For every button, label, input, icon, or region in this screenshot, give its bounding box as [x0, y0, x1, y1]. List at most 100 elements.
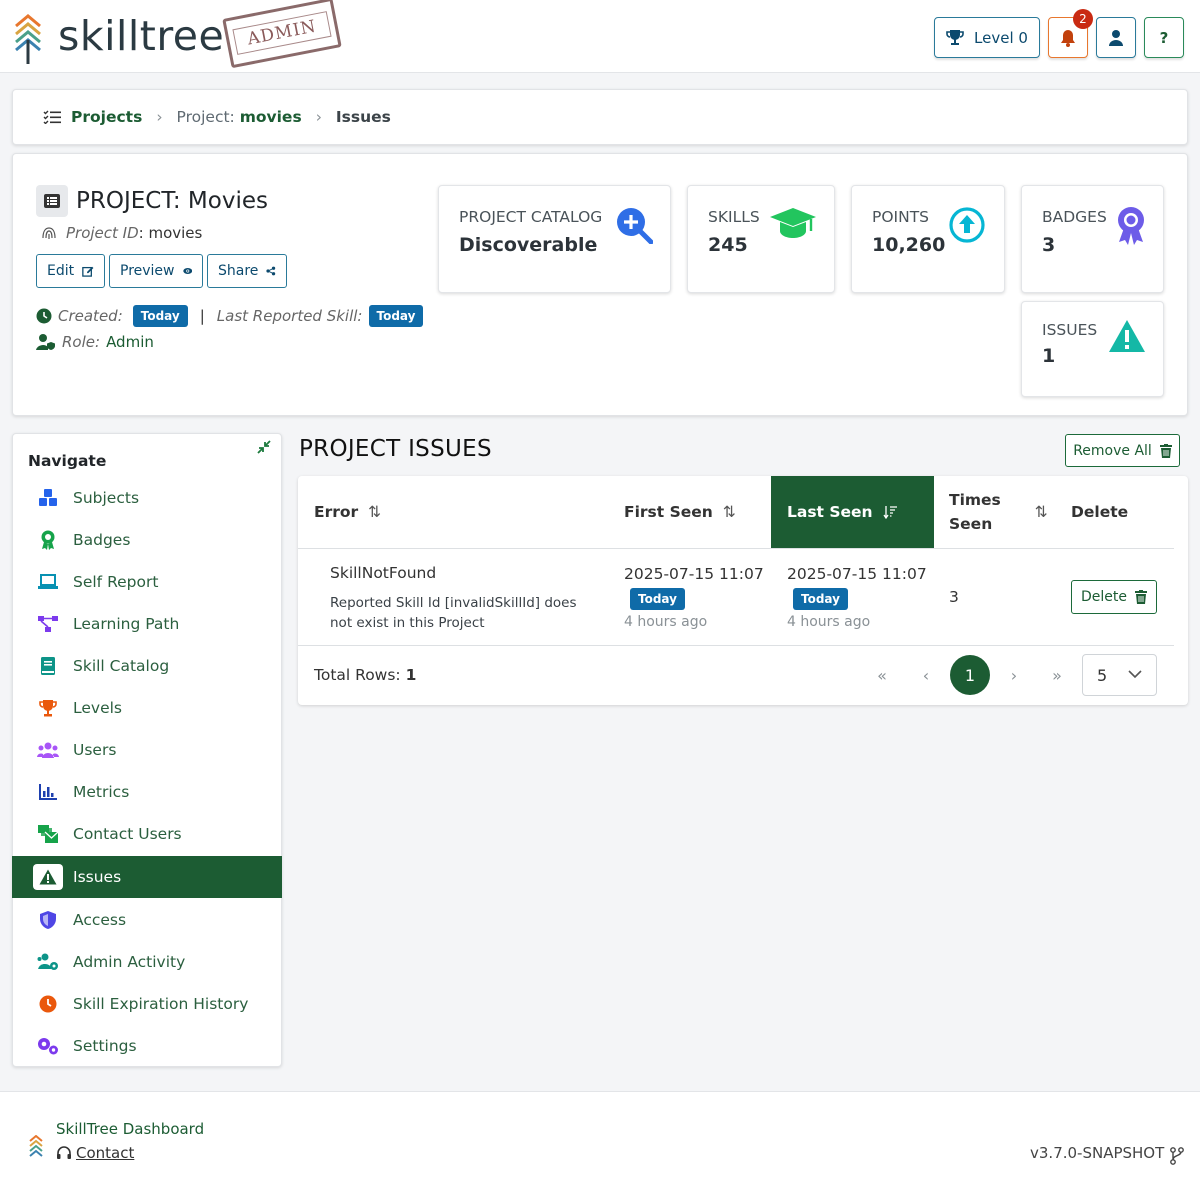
stat-badges: BADGES 3	[1021, 185, 1164, 293]
mail-bulk-icon	[37, 823, 59, 845]
stat-project-catalog: PROJECT CATALOG Discoverable	[438, 185, 671, 293]
eye-icon	[182, 268, 192, 274]
warning-icon	[1109, 320, 1145, 352]
level-label: Level 0	[974, 28, 1028, 47]
meta-separator: |	[199, 307, 205, 325]
sidebar-item-metrics[interactable]: Metrics	[12, 771, 282, 813]
sidebar-item-self-report[interactable]: Self Report	[12, 561, 282, 603]
issues-title: PROJECT ISSUES	[299, 436, 492, 462]
first-page-button[interactable]: «	[863, 655, 901, 695]
sidebar-item-learning-path[interactable]: Learning Path	[12, 603, 282, 645]
laptop-icon	[37, 571, 59, 593]
sidebar-item-skill-expiration-history[interactable]: Skill Expiration History	[12, 983, 282, 1025]
users-icon	[37, 739, 59, 761]
breadcrumb: Projects › Project: movies › Issues	[12, 89, 1188, 145]
times-seen-value: 3	[949, 588, 959, 606]
stat-value: 245	[708, 234, 748, 256]
bell-icon	[1061, 29, 1075, 47]
prev-page-button[interactable]: ‹	[907, 655, 945, 695]
sidebar-item-subjects[interactable]: Subjects	[12, 477, 282, 519]
sidebar-item-skill-catalog[interactable]: Skill Catalog	[12, 645, 282, 687]
sidebar-item-users[interactable]: Users	[12, 729, 282, 771]
code-branch-icon	[1170, 1147, 1184, 1165]
skilltree-logo-icon	[29, 1135, 43, 1157]
sidebar-item-levels[interactable]: Levels	[12, 687, 282, 729]
help-button[interactable]: ?	[1144, 17, 1184, 58]
edit-icon	[82, 266, 94, 277]
sort-icon: ⇅	[1034, 503, 1048, 521]
stat-label: BADGES	[1042, 208, 1107, 226]
sidebar-item-access[interactable]: Access	[12, 899, 282, 941]
sidebar-item-label: Skill Catalog	[73, 657, 170, 675]
graduation-cap-icon	[770, 208, 816, 238]
role-label: Role:	[62, 333, 101, 351]
last-page-button[interactable]: »	[1038, 655, 1076, 695]
sidebar-item-label: Skill Expiration History	[73, 995, 249, 1013]
trophy-icon	[946, 30, 964, 45]
list-check-icon	[43, 110, 61, 124]
issues-table: Error ⇅ First Seen ⇅ Last Seen Times Seen…	[298, 476, 1188, 705]
column-header-first-seen[interactable]: First Seen ⇅	[624, 476, 764, 548]
sidebar-item-label: Levels	[73, 699, 122, 717]
role-value: Admin	[106, 333, 154, 351]
chart-icon	[37, 781, 59, 803]
remove-all-button[interactable]: Remove All	[1065, 434, 1180, 467]
share-project-button[interactable]: Share	[207, 254, 287, 288]
top-bar: skilltree ADMIN Level 0 2 ?	[0, 0, 1200, 73]
breadcrumb-project-link[interactable]: Project: movies	[177, 108, 302, 126]
delete-issue-button[interactable]: Delete	[1071, 580, 1157, 614]
sidebar-item-label: Subjects	[73, 489, 140, 507]
app-logo-text: skilltree	[58, 12, 225, 60]
sidebar-item-label: Self Report	[73, 573, 159, 591]
preview-project-button[interactable]: Preview	[109, 254, 203, 288]
edit-project-button[interactable]: Edit	[36, 254, 105, 288]
award-icon	[1118, 207, 1144, 245]
last-seen-ago: 4 hours ago	[787, 614, 871, 630]
stat-issues: ISSUES 1	[1021, 301, 1164, 397]
stat-value: 10,260	[872, 234, 946, 256]
sort-desc-icon	[883, 506, 897, 519]
column-header-times-seen[interactable]: Times Seen ⇅	[949, 476, 1049, 548]
sidebar-item-label: Settings	[73, 1037, 137, 1055]
collapse-icon[interactable]	[257, 440, 271, 454]
project-role: Role: Admin	[36, 333, 154, 351]
level-button[interactable]: Level 0	[934, 17, 1040, 58]
share-label: Share	[218, 263, 259, 279]
book-icon	[37, 655, 59, 677]
sidebar-item-label: Issues	[73, 868, 122, 886]
next-page-button[interactable]: ›	[995, 655, 1033, 695]
first-seen-badge: Today	[630, 588, 685, 610]
error-message: Reported Skill Id [invalidSkillId] does …	[330, 595, 577, 631]
sidebar-item-admin-activity[interactable]: Admin Activity	[12, 941, 282, 983]
error-name: SkillNotFound	[330, 564, 437, 582]
sidebar-item-contact-users[interactable]: Contact Users	[12, 813, 282, 855]
sort-icon: ⇅	[722, 503, 736, 521]
award-icon	[37, 529, 59, 551]
first-seen-ago: 4 hours ago	[624, 614, 708, 630]
sidebar-item-label: Users	[73, 741, 117, 759]
sidebar-item-badges[interactable]: Badges	[12, 519, 282, 561]
notification-count-badge: 2	[1073, 9, 1093, 29]
stat-skills: SKILLS 245	[687, 185, 835, 293]
page-size-select[interactable]: 5	[1082, 654, 1157, 696]
arrow-circle-up-icon	[949, 207, 985, 243]
project-id: Project ID: movies	[40, 224, 202, 242]
column-header-error[interactable]: Error ⇅	[314, 476, 614, 548]
stat-value: 1	[1042, 345, 1056, 367]
sidebar-item-settings[interactable]: Settings	[12, 1025, 282, 1067]
breadcrumb-projects-link[interactable]: Projects	[71, 108, 142, 126]
footer-contact-link[interactable]: Contact	[56, 1144, 134, 1162]
stat-points: POINTS 10,260	[851, 185, 1005, 293]
remove-all-label: Remove All	[1073, 442, 1152, 459]
sidebar-item-issues[interactable]: Issues	[12, 856, 282, 898]
user-menu-button[interactable]	[1096, 17, 1136, 58]
user-shield-icon	[36, 334, 55, 350]
page-1-button[interactable]: 1	[950, 655, 990, 695]
notifications-button[interactable]: 2	[1048, 9, 1093, 58]
column-header-delete: Delete	[1071, 503, 1129, 521]
first-seen-date: 2025-07-15 11:07	[624, 565, 764, 583]
column-header-last-seen[interactable]: Last Seen	[771, 476, 934, 548]
cogs-icon	[37, 1035, 59, 1057]
help-label: ?	[1159, 28, 1169, 47]
sidebar-item-label: Learning Path	[73, 615, 180, 633]
